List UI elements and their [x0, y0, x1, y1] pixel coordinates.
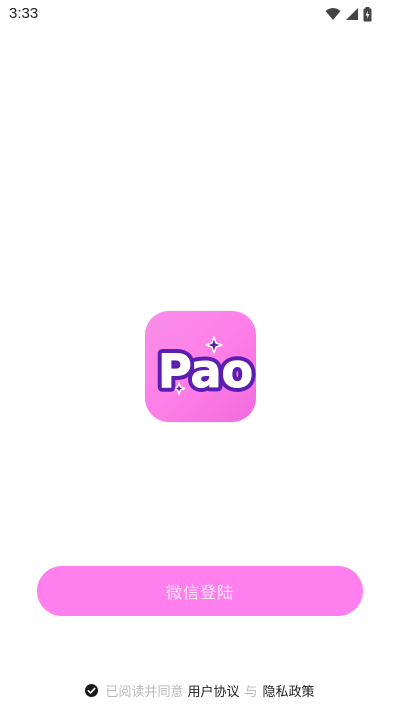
checkbox-checked-icon[interactable] — [85, 683, 99, 697]
signal-icon — [346, 8, 358, 20]
status-time: 3:33 — [9, 5, 39, 22]
status-icons — [325, 6, 372, 22]
user-agreement-link[interactable]: 用户协议 — [187, 681, 239, 700]
battery-icon — [363, 6, 372, 21]
app-logo-icon: Pao Pao — [154, 336, 256, 403]
privacy-policy-link[interactable]: 隐私政策 — [263, 681, 315, 700]
status-bar: 3:33 — [0, 0, 400, 28]
wechat-login-button[interactable]: 微信登陆 — [37, 566, 363, 616]
logo-text: Pao — [158, 344, 253, 398]
agreement-separator: 与 — [244, 684, 258, 700]
wifi-icon — [325, 8, 341, 20]
app-logo: Pao Pao — [145, 311, 256, 422]
agreement-prefix: 已阅读并同意 — [105, 684, 184, 700]
agreement-row: 已阅读并同意 用户协议 与 隐私政策 — [0, 680, 400, 700]
